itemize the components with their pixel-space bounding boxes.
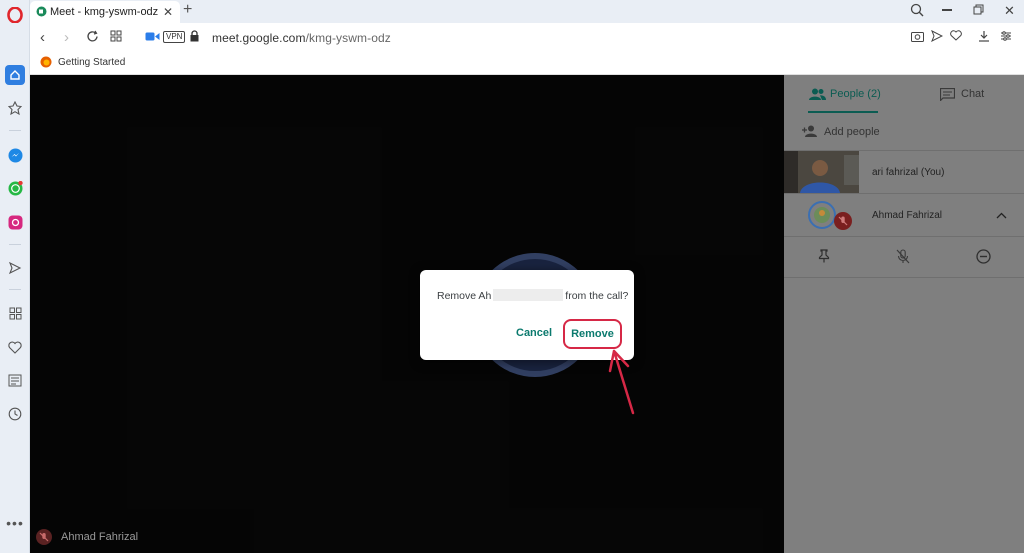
add-person-icon[interactable] — [802, 125, 819, 140]
tab-title: Meet - kmg-yswm-odz — [50, 6, 159, 18]
speed-dial-icon[interactable] — [5, 303, 25, 323]
bookmark-star-icon[interactable] — [5, 98, 25, 118]
url-path: /kmg-yswm-odz — [305, 31, 391, 45]
history-icon[interactable] — [5, 404, 25, 424]
tab-grid-icon[interactable] — [110, 30, 122, 45]
modal-overlay — [30, 75, 784, 553]
messenger-icon[interactable] — [5, 145, 25, 165]
camera-indicator-icon[interactable] — [145, 31, 160, 45]
participant-avatar — [808, 201, 836, 232]
url-host: meet.google.com — [212, 31, 306, 45]
snapshot-icon[interactable] — [911, 30, 924, 45]
tab-chat[interactable]: Chat — [961, 88, 984, 100]
participant-muted-icon — [834, 212, 852, 233]
chat-icon — [939, 87, 956, 104]
cancel-button[interactable]: Cancel — [516, 327, 552, 339]
reload-icon[interactable] — [86, 30, 99, 46]
pin-icon[interactable] — [818, 249, 830, 266]
tab-people[interactable]: People (2) — [830, 88, 881, 100]
opera-logo-icon[interactable] — [5, 5, 25, 25]
meet-video-stage: Ahmad Fahrizal — [30, 75, 784, 553]
easy-setup-icon[interactable] — [1000, 30, 1012, 45]
instagram-icon[interactable] — [5, 212, 25, 232]
dialog-message-prefix: Remove Ah — [437, 290, 492, 302]
tab-strip: Meet - kmg-yswm-odz ✕ + ✕ — [30, 0, 1024, 23]
dialog-message-suffix: from the call? — [565, 290, 629, 302]
forward-icon[interactable]: › — [64, 29, 69, 46]
restore-icon[interactable] — [973, 4, 984, 18]
participant-row[interactable]: Ahmad Fahrizal — [784, 194, 1024, 236]
add-people-button[interactable]: Add people — [824, 126, 880, 138]
muted-mic-icon — [36, 529, 52, 548]
address-bar: ‹ › VPN meet.google.com/kmg-yswm-odz — [30, 23, 1024, 51]
vpn-badge[interactable]: VPN — [163, 31, 186, 43]
bookmarks-bar: Getting Started — [30, 51, 1024, 75]
back-icon[interactable]: ‹ — [40, 29, 45, 46]
participant-name: ari fahrizal (You) — [872, 167, 945, 178]
download-icon[interactable] — [978, 30, 990, 45]
home-icon[interactable] — [5, 65, 25, 85]
participant-thumbnail — [784, 151, 859, 193]
participant-name: Ahmad Fahrizal — [872, 210, 943, 221]
whatsapp-icon[interactable] — [5, 178, 25, 198]
firefox-bookmark-icon — [40, 56, 52, 71]
send-icon[interactable] — [5, 258, 25, 278]
remove-button-label: Remove — [571, 328, 614, 340]
remove-participant-icon[interactable] — [976, 249, 991, 267]
self-name-label: Ahmad Fahrizal — [61, 531, 139, 543]
participant-row[interactable]: ari fahrizal (You) — [784, 151, 1024, 193]
dialog-message: Remove Ah from the call? — [437, 289, 628, 302]
bookmark-getting-started[interactable]: Getting Started — [58, 57, 125, 68]
meet-favicon-icon — [36, 6, 47, 20]
news-icon[interactable] — [5, 370, 25, 390]
people-icon — [809, 88, 826, 103]
lock-icon[interactable] — [190, 30, 199, 45]
heart-icon[interactable] — [5, 337, 25, 357]
share-send-icon[interactable] — [931, 29, 944, 45]
minimize-icon[interactable] — [942, 9, 952, 11]
bookmark-heart-icon[interactable] — [950, 30, 962, 44]
mute-participant-icon[interactable] — [896, 249, 910, 267]
annotation-arrow-icon — [608, 349, 635, 415]
chevron-up-icon[interactable] — [996, 208, 1007, 222]
people-panel: People (2) Chat Add people ari fahrizal … — [784, 75, 1024, 553]
more-icon[interactable]: ••• — [5, 513, 25, 533]
tab-meet[interactable]: Meet - kmg-yswm-odz ✕ — [30, 1, 180, 23]
opera-sidebar: ••• — [0, 0, 30, 553]
url-text[interactable]: meet.google.com/kmg-yswm-odz — [212, 31, 391, 45]
new-tab-button[interactable]: + — [183, 1, 192, 19]
search-tabs-icon[interactable] — [910, 3, 924, 20]
close-window-icon[interactable]: ✕ — [1004, 3, 1015, 19]
redacted-name — [493, 289, 564, 301]
close-tab-icon[interactable]: ✕ — [163, 5, 173, 19]
people-tab-indicator — [808, 111, 878, 113]
